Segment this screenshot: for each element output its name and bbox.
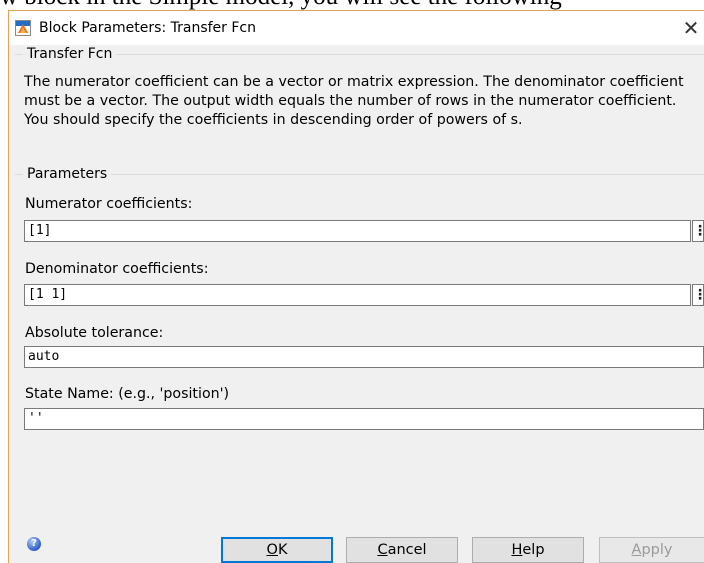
help-label-rest: elp [522, 542, 545, 558]
block-parameters-dialog: Block Parameters: Transfer Fcn ✕ Transfe… [8, 10, 704, 563]
numerator-label: Numerator coefficients: [25, 196, 193, 212]
background-document-text: w block in the Simple model, you will se… [0, 0, 704, 10]
help-mnemonic: H [511, 542, 523, 558]
apply-label-rest: pply [641, 542, 673, 558]
ok-mnemonic: O [266, 542, 278, 558]
parameters-group: Parameters [15, 165, 704, 185]
absolute-tolerance-input[interactable]: auto [24, 346, 704, 368]
denominator-more-options-icon[interactable]: ⋮ [692, 284, 704, 306]
cancel-mnemonic: C [377, 542, 388, 558]
parameters-group-label: Parameters [23, 165, 112, 183]
cancel-button[interactable]: Cancel [346, 537, 458, 563]
denominator-label: Denominator coefficients: [25, 261, 209, 277]
simulink-block-icon [15, 20, 31, 36]
apply-mnemonic: A [631, 542, 642, 558]
cancel-label-rest: ancel [387, 542, 427, 558]
numerator-more-options-icon[interactable]: ⋮ [692, 220, 704, 242]
state-name-label: State Name: (e.g., 'position') [25, 386, 230, 402]
window-title: Block Parameters: Transfer Fcn [39, 20, 256, 36]
title-bar: Block Parameters: Transfer Fcn ✕ [9, 11, 704, 45]
help-icon[interactable]: ? [27, 537, 41, 551]
apply-button[interactable]: Apply [599, 537, 704, 563]
ok-button[interactable]: OK [221, 537, 333, 563]
help-button[interactable]: Help [472, 537, 584, 563]
denominator-input[interactable]: [1 1] [24, 284, 691, 306]
numerator-input[interactable]: [1] [24, 220, 691, 242]
absolute-tolerance-label: Absolute tolerance: [25, 325, 164, 341]
block-description: The numerator coefficient can be a vecto… [24, 74, 684, 128]
ok-label-rest: K [277, 542, 288, 558]
block-group-label: Transfer Fcn [23, 45, 117, 63]
state-name-input[interactable]: '' [24, 408, 704, 430]
close-icon[interactable]: ✕ [678, 15, 704, 41]
